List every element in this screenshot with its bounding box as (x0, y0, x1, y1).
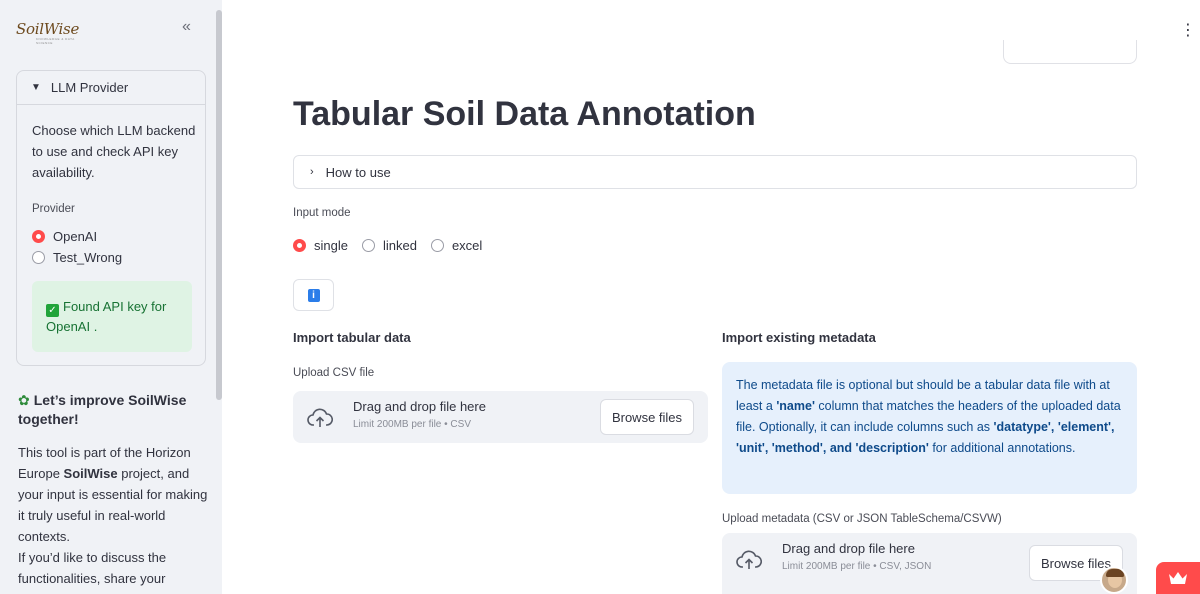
import-tabular-heading: Import tabular data (293, 330, 411, 345)
improve-heading: ✿ Let’s improve SoilWise together! (18, 391, 208, 429)
provider-option-label: Test_Wrong (53, 250, 123, 265)
improve-paragraph: This tool is part of the Horizon Europe … (18, 442, 208, 589)
api-key-status-text: Found API key for OpenAI . (46, 299, 167, 334)
import-metadata-heading: Import existing metadata (722, 330, 876, 345)
metadata-info-box: The metadata file is optional but should… (722, 362, 1137, 494)
check-icon: ✓ (46, 304, 59, 317)
csv-dropzone[interactable]: Drag and drop file here Limit 200MB per … (293, 391, 708, 443)
input-mode-label: Input mode (293, 207, 351, 219)
logo-tagline: KNOWLEDGE & DATA SCIENCE (36, 37, 75, 45)
radio-unselected-icon (361, 239, 375, 252)
provider-option-test-wrong[interactable]: Test_Wrong (32, 250, 122, 265)
how-to-use-label: How to use (325, 164, 391, 180)
expander-label: LLM Provider (50, 80, 129, 95)
limit-text: Limit 200MB per file • CSV, JSON (782, 561, 932, 572)
radio-selected-icon (293, 239, 306, 252)
sidebar-scrollbar[interactable] (216, 10, 222, 400)
provider-description: Choose which LLM backend to use and chec… (32, 123, 196, 180)
provider-label: Provider (32, 203, 75, 215)
user-avatar[interactable] (1100, 566, 1128, 594)
browse-files-button[interactable]: Browse files (600, 399, 694, 435)
upload-cloud-icon (736, 550, 762, 569)
input-mode-radio-group: single linked excel (293, 238, 482, 253)
collapse-sidebar-button[interactable]: « (182, 18, 191, 36)
sidebar: SoilWise KNOWLEDGE & DATA SCIENCE « ▼ LL… (0, 0, 222, 594)
info-text-part: for additional annotations. (928, 441, 1076, 455)
chevron-right-icon: › (310, 166, 314, 178)
input-mode-linked[interactable]: linked (361, 238, 417, 253)
upload-csv-label: Upload CSV file (293, 367, 375, 379)
info-icon: i (307, 288, 320, 302)
radio-unselected-icon (32, 251, 45, 264)
info-text-bold: 'name' (776, 399, 815, 413)
input-mode-label: linked (382, 238, 417, 253)
api-key-status: ✓ Found API key for OpenAI . (32, 281, 192, 352)
radio-unselected-icon (430, 239, 444, 252)
drop-text: Drag and drop file here (782, 541, 915, 556)
improve-text-part: If you’d like to discuss the functionali… (18, 550, 167, 586)
provider-option-openai[interactable]: OpenAI (32, 229, 97, 244)
page-title: Tabular Soil Data Annotation (293, 95, 756, 133)
llm-provider-expander-header[interactable]: ▼ LLM Provider (17, 71, 205, 105)
chevron-down-icon: ▼ (31, 82, 41, 93)
logo-text: SoilWise (16, 20, 80, 38)
limit-text: Limit 200MB per file • CSV (353, 419, 471, 430)
provider-option-label: OpenAI (53, 229, 98, 244)
llm-provider-expander: ▼ LLM Provider Choose which LLM backend … (16, 70, 206, 366)
radio-selected-icon (32, 230, 45, 243)
input-mode-single[interactable]: single (293, 238, 348, 253)
upload-metadata-label: Upload metadata (CSV or JSON TableSchema… (722, 513, 1002, 525)
header-button-edge[interactable] (1003, 40, 1137, 64)
soilwise-logo: SoilWise KNOWLEDGE & DATA SCIENCE (16, 20, 88, 45)
streamlit-badge[interactable] (1156, 562, 1200, 594)
drop-text: Drag and drop file here (353, 399, 486, 414)
avatar-hair (1106, 569, 1124, 577)
vertical-dots-icon: ⋮ (1180, 22, 1196, 39)
info-button[interactable]: i (293, 279, 334, 311)
metadata-dropzone[interactable]: Drag and drop file here Limit 200MB per … (722, 533, 1137, 594)
how-to-use-expander[interactable]: › How to use (293, 155, 1137, 189)
input-mode-excel[interactable]: excel (430, 238, 483, 253)
input-mode-label: excel (451, 238, 483, 253)
upload-cloud-icon (307, 408, 333, 427)
improve-heading-text: Let’s improve SoilWise together! (18, 392, 187, 427)
seedling-icon: ✿ (18, 392, 30, 408)
input-mode-label: single (314, 238, 348, 253)
crown-icon (1169, 572, 1187, 584)
main-menu-button[interactable]: ⋮ (1180, 20, 1196, 40)
improve-text-bold: SoilWise (63, 466, 118, 481)
